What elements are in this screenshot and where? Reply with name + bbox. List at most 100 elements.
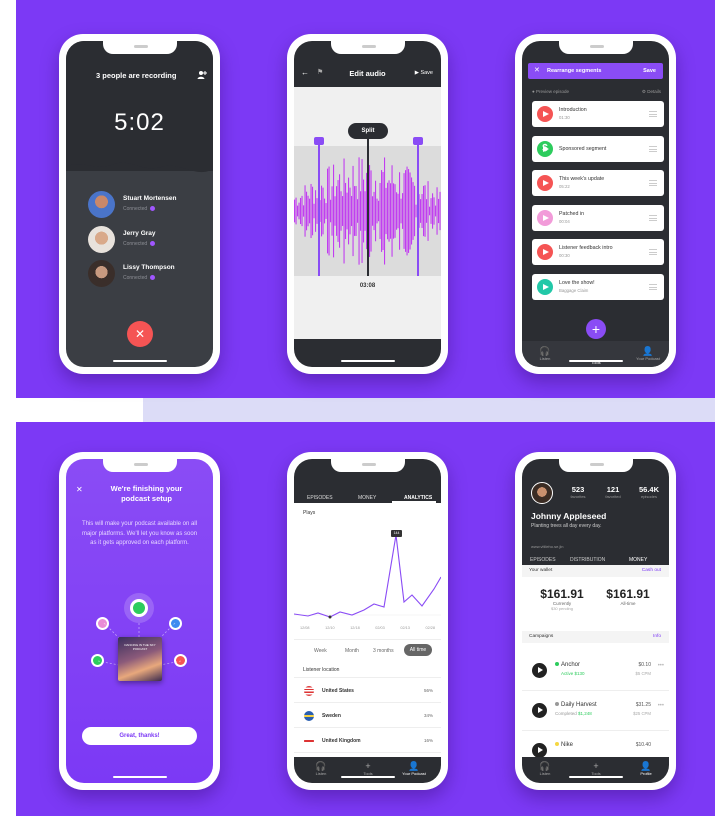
tab-profile[interactable]: 👤 Profile xyxy=(626,761,666,776)
tab-your-podcast[interactable]: 👤 Your Podcast xyxy=(628,346,668,361)
phone-recording: 3 people are recording 5:02 Stuart Morte… xyxy=(59,34,220,374)
avatar xyxy=(88,226,115,253)
waveform-bar xyxy=(336,186,338,236)
tab-listen[interactable]: 🎧 Listen xyxy=(525,761,565,776)
segment-item[interactable]: $ Sponsored segment xyxy=(532,136,664,162)
balance-current: $161.91 Currently $30 pending xyxy=(540,587,584,611)
range-3-months[interactable]: 3 months xyxy=(373,648,394,654)
segment-item[interactable]: Introduction 01:30 xyxy=(532,101,664,127)
wave-divider xyxy=(66,153,213,173)
rearrange-screen: ✕ Rearrange segments Save ● Preview epis… xyxy=(522,41,669,367)
save-button[interactable]: Save xyxy=(643,68,656,74)
campaign-row[interactable]: Daily Harvest Completed $1,248 $31.25 $2… xyxy=(522,691,669,731)
tab-bar: 🎧 Listen + Tools 👤 Profile xyxy=(522,757,669,783)
segment-item[interactable]: This week's update 05:22 xyxy=(532,170,664,196)
plays-label: Plays xyxy=(303,510,316,516)
stat-favorited: 121 favorited xyxy=(605,485,621,499)
drag-handle-icon xyxy=(649,111,657,117)
wallet-label: Your wallet xyxy=(529,568,553,573)
waveform-bar xyxy=(295,197,297,225)
tab-money[interactable]: MONEY xyxy=(358,495,376,501)
waveform-bar xyxy=(382,171,384,251)
range-week[interactable]: Week xyxy=(314,648,327,654)
check-icon xyxy=(150,241,156,247)
tab-tools[interactable]: + Tools xyxy=(348,761,388,776)
waveform-bar xyxy=(412,182,414,240)
participant-status: Connected xyxy=(123,241,156,247)
check-icon xyxy=(150,275,156,281)
waveform-bar xyxy=(309,198,311,224)
waveform-bar xyxy=(327,168,329,254)
waveform-bar xyxy=(306,191,308,231)
waveform-bar xyxy=(408,169,410,253)
info-link[interactable]: Info xyxy=(653,634,661,639)
x-axis: 12/08 12/10 12/18 02/03 02/13 02/28 xyxy=(300,626,435,630)
waveform-bar xyxy=(297,205,299,217)
segment-item[interactable]: Patched in 00:04 xyxy=(532,205,664,231)
waveform-bar xyxy=(334,196,336,226)
waveform-bar xyxy=(426,199,428,223)
preview-episode-link[interactable]: ● Preview episode xyxy=(532,89,569,94)
waveform-bar xyxy=(430,198,432,224)
stat-favorites: 523 favorites xyxy=(570,485,586,499)
range-all-time[interactable]: All time xyxy=(404,644,432,656)
tab-episodes[interactable]: EPISODES xyxy=(307,495,333,501)
waveform-bar xyxy=(390,183,392,239)
trim-handle-right[interactable] xyxy=(417,143,419,276)
sweden-flag-icon xyxy=(304,711,314,721)
end-recording-button[interactable]: ✕ xyxy=(127,321,153,347)
status-dot xyxy=(555,742,559,746)
add-person-icon[interactable] xyxy=(197,70,207,80)
drag-handle-icon xyxy=(649,146,657,152)
playhead[interactable] xyxy=(367,139,369,276)
person-icon: 👤 xyxy=(642,346,654,356)
tab-money[interactable]: MONEY xyxy=(629,557,647,563)
divider-strip xyxy=(143,398,715,422)
tab-tools[interactable]: + Tools xyxy=(576,761,616,776)
close-icon[interactable]: ✕ xyxy=(534,66,540,74)
waveform-bar xyxy=(411,177,413,245)
tab-distribution[interactable]: DISTRIBUTION xyxy=(570,557,605,563)
segment-item[interactable]: Love the show! Baggage Claim xyxy=(532,274,664,300)
trim-grip-left[interactable] xyxy=(314,137,324,145)
waveform-bar xyxy=(427,181,429,241)
campaign-row[interactable]: Anchor Active $130 $0.10 $5 CPM ••• xyxy=(522,651,669,691)
rearrange-title: Rearrange segments xyxy=(547,68,602,74)
playhead-time: 03:08 xyxy=(359,283,376,289)
us-flag-icon xyxy=(304,686,314,696)
peak-label: 144 xyxy=(391,530,402,537)
waveform-bar xyxy=(429,206,431,216)
waveform-bar xyxy=(354,186,356,236)
waveform-bar xyxy=(363,179,365,243)
waveform-bar xyxy=(301,195,303,227)
waveform-bar xyxy=(378,200,380,222)
split-button[interactable]: Split xyxy=(348,123,388,139)
tab-bar: 🎧 Listen + Tools 👤 Your Podcast xyxy=(294,757,441,783)
plus-icon: + xyxy=(591,321,601,337)
close-icon[interactable]: ✕ xyxy=(76,485,83,494)
trim-handle-left[interactable] xyxy=(318,143,320,276)
add-button[interactable]: + xyxy=(586,319,606,339)
waveform-bar xyxy=(303,205,305,217)
waveform-bar xyxy=(436,187,438,235)
great-thanks-button[interactable]: Great, thanks! xyxy=(82,727,197,745)
range-month[interactable]: Month xyxy=(345,648,359,654)
save-button[interactable]: ▶ Save xyxy=(415,70,433,76)
details-link[interactable]: ⚙ Details xyxy=(642,89,661,95)
waveform-bar xyxy=(357,199,359,223)
waveform-bar xyxy=(393,183,395,239)
waveform-bar xyxy=(435,205,437,217)
waveform-bar xyxy=(405,170,407,252)
cash-out-link[interactable]: Cash out xyxy=(642,568,661,573)
profile-url[interactable]: www.vitileho.se.jin xyxy=(531,544,563,549)
trim-grip-right[interactable] xyxy=(413,137,423,145)
tab-your-podcast[interactable]: 👤 Your Podcast xyxy=(394,761,434,776)
waveform-bar xyxy=(373,191,375,231)
tab-listen[interactable]: 🎧 Listen xyxy=(301,761,341,776)
play-icon xyxy=(532,663,547,678)
tab-episodes[interactable]: EPISODES xyxy=(530,557,556,563)
participant-name: Stuart Mortensen xyxy=(123,195,177,202)
segment-item[interactable]: Listener feedback intro 00:30 xyxy=(532,239,664,265)
tab-listen[interactable]: 🎧 Listen xyxy=(525,346,565,361)
drag-handle-icon xyxy=(649,249,657,255)
